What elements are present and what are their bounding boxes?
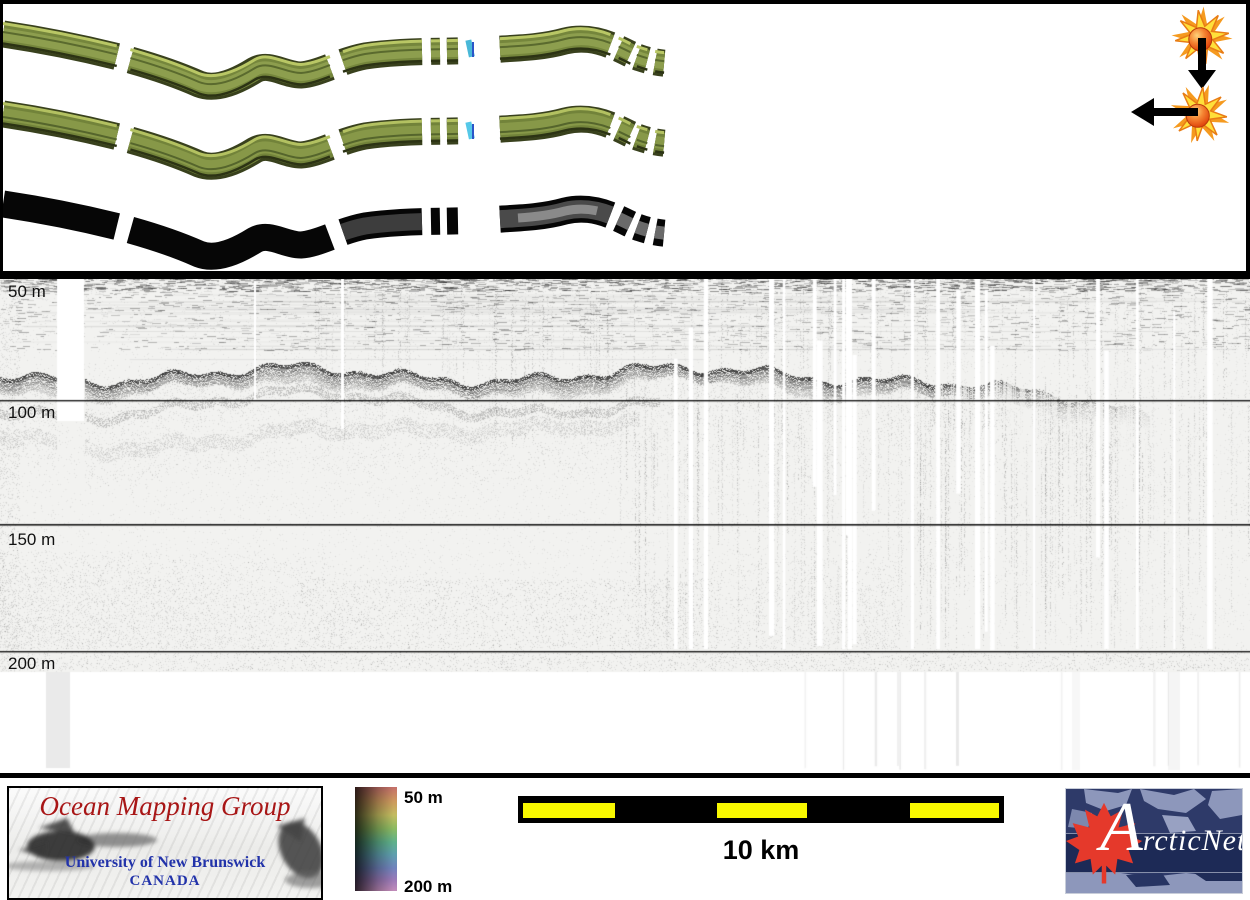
- footer-strip: Ocean Mapping Group University of New Br…: [0, 773, 1250, 900]
- depth-label-50m: 50 m: [8, 283, 46, 300]
- swath-map-canvas: [3, 4, 1246, 271]
- omg-logo: Ocean Mapping Group University of New Br…: [7, 786, 323, 900]
- scale-bar-segment: [523, 803, 615, 818]
- scale-bar-segment: [717, 803, 807, 818]
- arcticnet-wordmark: ArcticNet: [1100, 793, 1243, 863]
- swath-green-sun-down: [3, 24, 712, 96]
- arcticnet-initial: A: [1100, 789, 1143, 866]
- sub-bottom-echogram: [0, 279, 1250, 773]
- omg-country: CANADA: [9, 873, 321, 890]
- arcticnet-rest: rcticNet: [1143, 824, 1243, 857]
- colorbar-top-label: 50 m: [404, 788, 443, 808]
- depth-label-150m: 150 m: [8, 531, 55, 548]
- scale-bar-label: 10 km: [518, 835, 1004, 866]
- omg-title: Ocean Mapping Group: [9, 791, 321, 822]
- arcticnet-logo: ArcticNet: [1065, 788, 1243, 894]
- swath-backscatter: [3, 204, 712, 256]
- swath-anomaly-patch: [472, 42, 474, 57]
- colorbar-bottom-label: 200 m: [404, 877, 452, 897]
- figure-root: 50 m 100 m 150 m 200 m: [0, 0, 1250, 900]
- swath-anomaly-patch: [472, 124, 474, 139]
- map-scale-bar: [518, 796, 1004, 823]
- depth-colorbar: [355, 787, 397, 891]
- depth-label-200m: 200 m: [8, 655, 55, 672]
- depth-label-100m: 100 m: [8, 404, 55, 421]
- omg-subtitle: University of New Brunswick: [9, 854, 321, 872]
- scale-bar-segment: [910, 803, 999, 818]
- swath-green-sun-left: [3, 104, 712, 176]
- swath-map-panel: [0, 0, 1250, 279]
